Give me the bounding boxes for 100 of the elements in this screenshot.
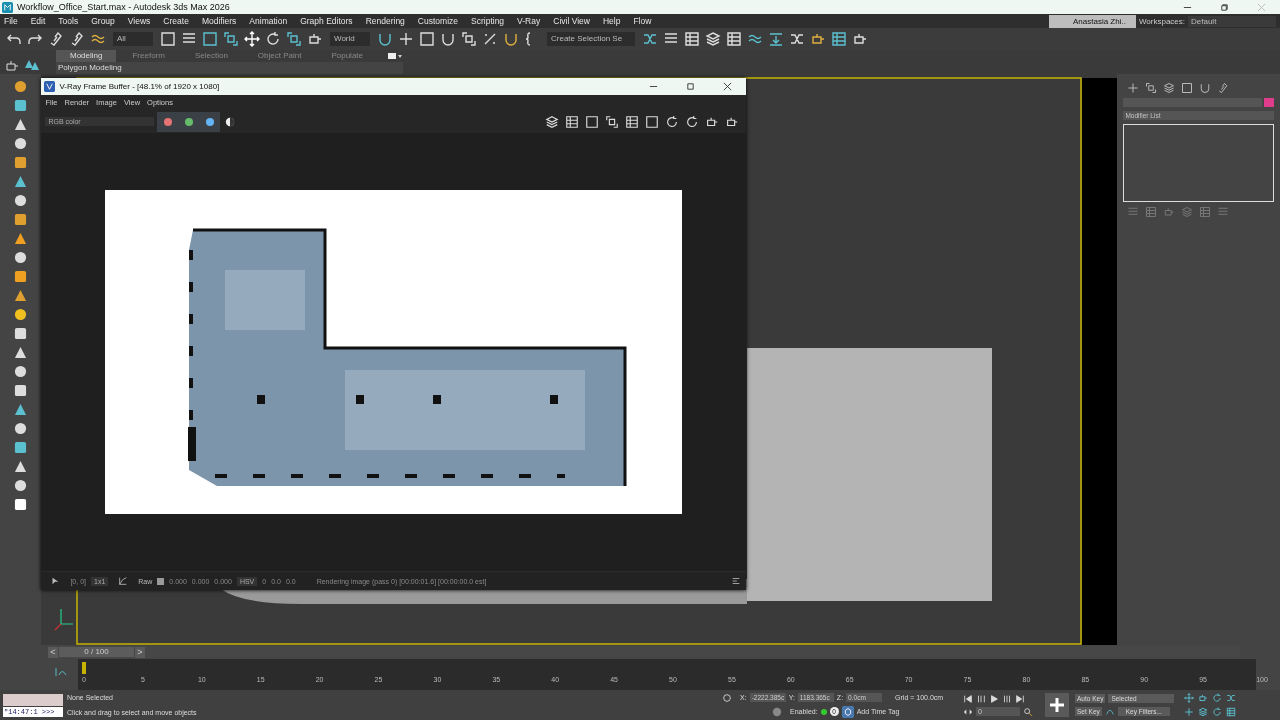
menu-item[interactable]: Flow xyxy=(633,16,652,26)
layers-icon[interactable] xyxy=(545,114,560,129)
plus-icon xyxy=(1047,695,1067,715)
selection-filter-dropdown[interactable]: All xyxy=(113,32,153,46)
menu-item[interactable]: Tools xyxy=(58,16,79,26)
curve-editor-icon[interactable] xyxy=(54,667,68,677)
playback-icon[interactable] xyxy=(989,693,999,704)
scale-icon[interactable] xyxy=(605,114,620,129)
frame-counter: 0 / 100 xyxy=(59,646,134,657)
window-title: Workflow_Office_Start.max - Autodesk 3ds Max 2026 xyxy=(17,2,230,12)
menu-item[interactable]: Animation xyxy=(249,16,288,26)
circle-icon[interactable] xyxy=(14,479,28,492)
triangle-icon[interactable] xyxy=(14,118,28,131)
triangle-icon[interactable] xyxy=(14,403,28,416)
restore-icon[interactable] xyxy=(1220,2,1229,12)
square-icon[interactable] xyxy=(14,327,28,340)
table-icon[interactable] xyxy=(1226,707,1237,717)
workspaces-dropdown[interactable]: Default xyxy=(1188,15,1276,27)
layers-icon[interactable] xyxy=(1163,82,1176,94)
square-icon[interactable] xyxy=(14,99,28,112)
maximize-icon[interactable] xyxy=(686,82,696,91)
menu-item[interactable]: File xyxy=(4,16,18,26)
triangle-icon[interactable] xyxy=(14,460,28,473)
status-dot xyxy=(820,708,827,715)
triangle-icon[interactable] xyxy=(14,289,28,302)
square-icon[interactable] xyxy=(14,213,28,226)
square-icon[interactable] xyxy=(645,114,660,129)
square-icon[interactable] xyxy=(1181,82,1194,94)
menu-item[interactable]: Group xyxy=(91,16,115,26)
menu-item[interactable]: Views xyxy=(127,16,151,26)
playback-icon[interactable] xyxy=(1015,693,1025,704)
frame-marker[interactable] xyxy=(82,662,86,674)
scale-icon[interactable] xyxy=(1145,82,1158,94)
table-icon[interactable] xyxy=(829,29,849,49)
workspaces-label: Workspaces: xyxy=(1138,16,1185,26)
menu-item[interactable]: Customize xyxy=(417,16,458,26)
next-frame-button[interactable]: > xyxy=(135,646,145,658)
square-icon[interactable] xyxy=(417,29,437,49)
object-color-swatch[interactable] xyxy=(1264,98,1274,107)
triangle-icon[interactable] xyxy=(14,232,28,245)
menu-item[interactable]: Edit xyxy=(30,16,46,26)
scale-icon[interactable] xyxy=(459,29,479,49)
time-slider-thumb[interactable]: < 0 / 100 > xyxy=(48,646,145,658)
square-icon[interactable] xyxy=(158,29,178,49)
circle-icon[interactable] xyxy=(14,194,28,207)
color-swatch xyxy=(157,577,165,585)
playback-icon[interactable] xyxy=(1002,693,1012,704)
menu-item[interactable]: Graph Editors xyxy=(300,16,353,26)
menu-item[interactable]: Rendering xyxy=(365,16,405,26)
playback-icon[interactable] xyxy=(976,693,986,704)
circle-icon[interactable] xyxy=(14,251,28,264)
rotate-icon[interactable] xyxy=(665,114,680,129)
move-icon[interactable] xyxy=(242,29,262,49)
square-icon[interactable] xyxy=(585,114,600,129)
table-icon[interactable] xyxy=(682,29,702,49)
square-icon[interactable] xyxy=(14,384,28,397)
modifier-stack[interactable] xyxy=(1123,124,1274,202)
circle-icon[interactable] xyxy=(14,308,28,321)
magnet-icon[interactable] xyxy=(1199,82,1212,94)
triangle-icon[interactable] xyxy=(14,175,28,188)
app-logo-icon xyxy=(2,1,13,13)
circle-icon[interactable] xyxy=(14,80,28,93)
add-key-button[interactable] xyxy=(1045,693,1069,717)
user-menu[interactable]: Anastasia Zhi.. xyxy=(1049,14,1136,28)
menu-item[interactable]: Civil View xyxy=(553,16,590,26)
curve-icon xyxy=(118,576,129,586)
reference-coordinate-dropdown[interactable]: World xyxy=(330,32,370,46)
ribbon-tab[interactable]: Modeling xyxy=(56,50,117,62)
pointer-icon xyxy=(50,576,61,586)
maxscript-listener-swatch[interactable] xyxy=(3,693,63,706)
rotate-icon[interactable] xyxy=(685,114,700,129)
menu-item[interactable]: Modifiers xyxy=(201,16,237,26)
triangle-icon[interactable] xyxy=(14,346,28,359)
circle-icon[interactable] xyxy=(14,365,28,378)
frame-buffer-title: V-Ray Frame Buffer - [48.1% of 1920 x 1080] xyxy=(59,82,220,91)
vray-logo-icon xyxy=(44,81,56,92)
circle-icon[interactable] xyxy=(14,137,28,150)
ribbon-panel-label: Polygon Modeling xyxy=(56,62,403,74)
table-icon[interactable] xyxy=(625,114,640,129)
crosshair-icon[interactable] xyxy=(1184,707,1195,717)
menu-item[interactable]: Create xyxy=(163,16,189,26)
square-icon[interactable] xyxy=(14,498,28,511)
contrast-icon[interactable] xyxy=(225,116,236,127)
square-icon[interactable] xyxy=(14,441,28,454)
playback-icon[interactable] xyxy=(963,693,973,704)
circle-icon[interactable] xyxy=(14,422,28,435)
square-icon[interactable] xyxy=(14,270,28,283)
cube-icon[interactable] xyxy=(841,705,854,718)
table-icon[interactable] xyxy=(565,114,580,129)
crosshair-icon[interactable] xyxy=(1127,82,1140,94)
close-icon[interactable] xyxy=(723,82,733,91)
table-icon[interactable] xyxy=(724,29,744,49)
square-icon[interactable] xyxy=(14,156,28,169)
layers-icon[interactable] xyxy=(703,29,723,49)
menu-item[interactable]: V-Ray xyxy=(517,16,541,26)
menu-item[interactable]: Help xyxy=(602,16,621,26)
dropdown-icon[interactable] xyxy=(387,51,403,61)
previous-frame-button[interactable]: < xyxy=(48,646,58,658)
named-selection-dropdown[interactable]: Create Selection Se xyxy=(547,32,635,46)
menu-item[interactable]: Scripting xyxy=(471,16,505,26)
